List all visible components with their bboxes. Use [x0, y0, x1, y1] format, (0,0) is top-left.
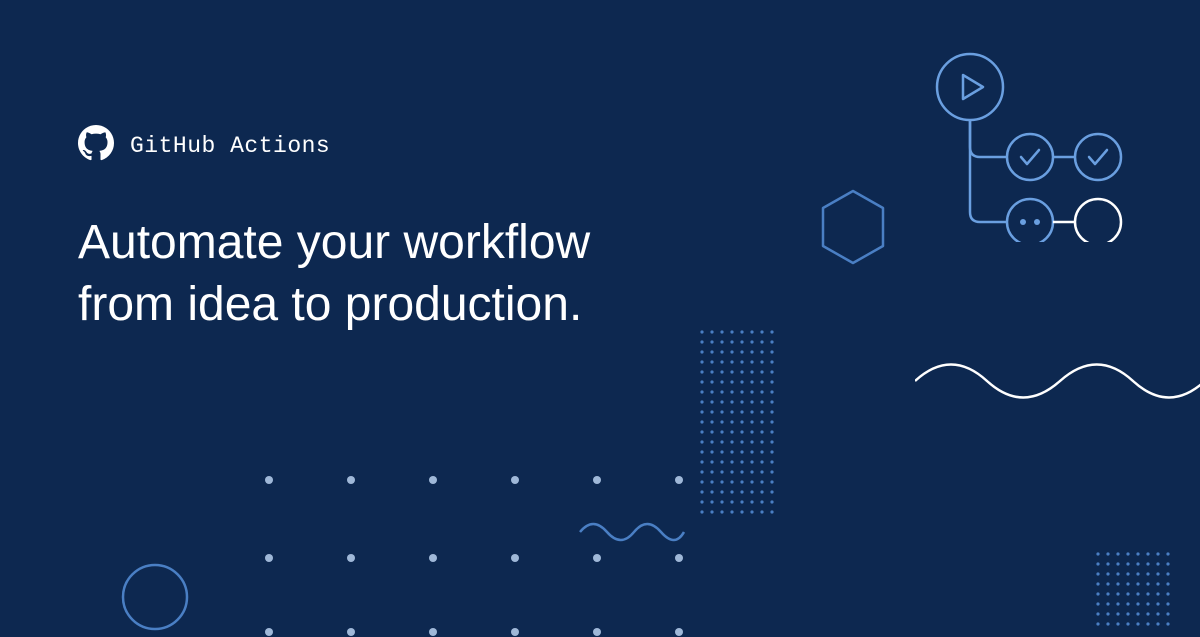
github-logo-icon: [78, 125, 114, 166]
dot-row-icon: [265, 628, 683, 636]
headline-line-1: Automate your workflow: [78, 212, 590, 274]
headline: Automate your workflow from idea to prod…: [78, 212, 590, 337]
product-name: GitHub Actions: [130, 133, 330, 159]
wave-small-icon: [577, 512, 687, 557]
circle-icon: [120, 562, 190, 637]
dot-row-icon: [265, 476, 683, 484]
hexagon-icon: [818, 188, 888, 271]
dot-row-icon: [265, 554, 683, 562]
headline-line-2: from idea to production.: [78, 274, 590, 336]
workflow-diagram-icon: [925, 42, 1165, 247]
brand-row: GitHub Actions: [78, 125, 330, 166]
wave-large-icon: [915, 346, 1200, 421]
dot-grid-icon: [698, 328, 778, 518]
dot-grid-small-icon: [1094, 550, 1174, 630]
